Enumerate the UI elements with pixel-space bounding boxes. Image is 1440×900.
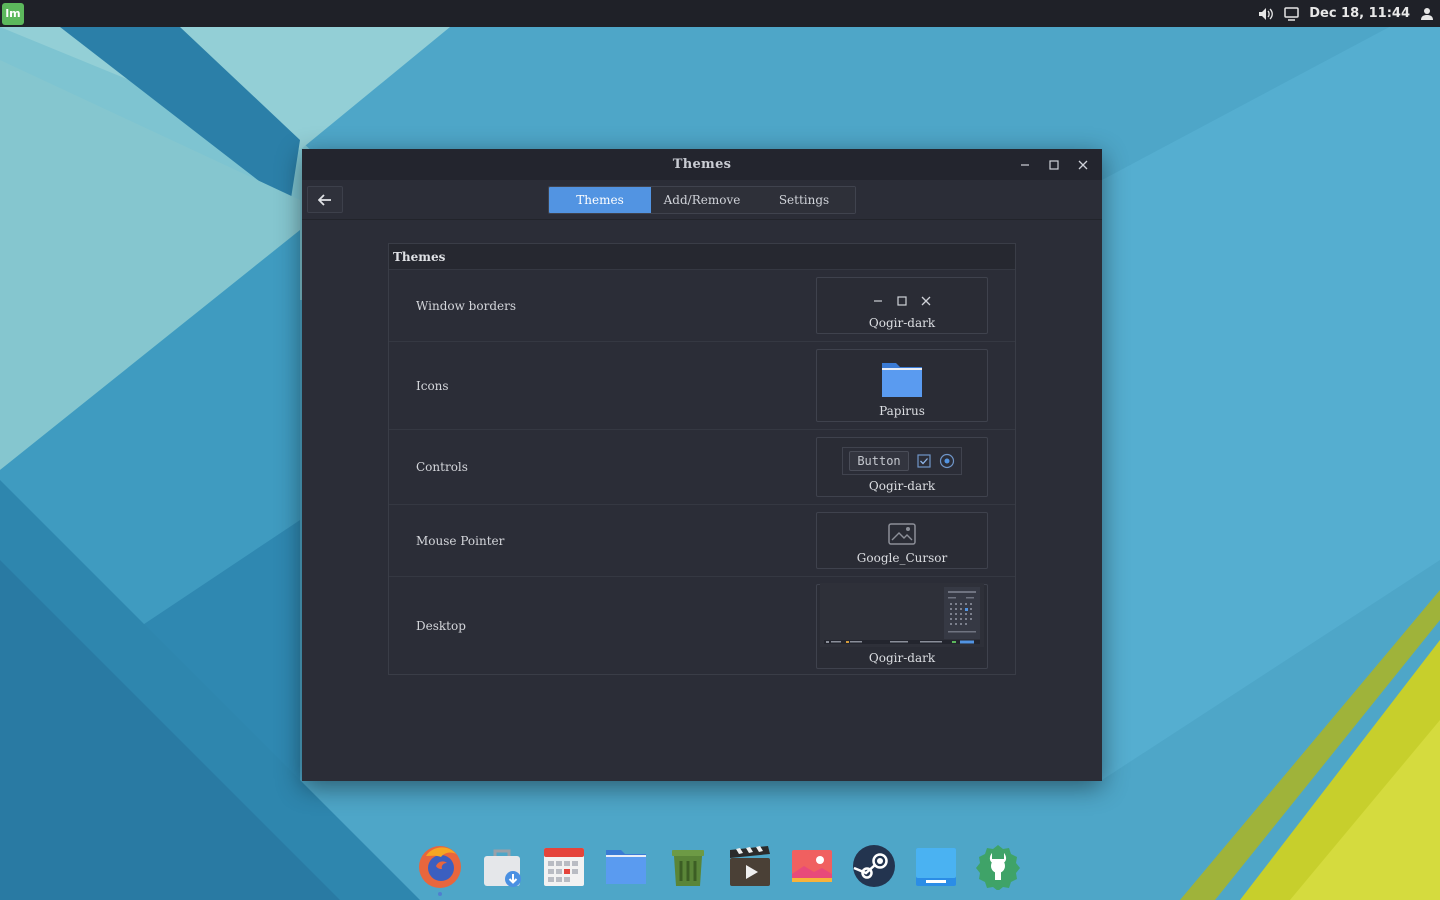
mint-menu-button[interactable]: lm <box>2 2 24 25</box>
volume-icon[interactable] <box>1258 7 1274 21</box>
row-mouse-pointer: Mouse Pointer Google_Cursor <box>389 504 1015 576</box>
desktop-icon <box>916 848 956 886</box>
display-icon[interactable] <box>1284 6 1299 21</box>
window-controls <box>1013 149 1094 180</box>
dock-item-software-manager[interactable] <box>476 840 528 892</box>
controls-chooser[interactable]: Button Qogir-dark <box>816 437 988 497</box>
tab-settings[interactable]: Settings <box>753 186 855 213</box>
folder-icon <box>882 363 922 397</box>
icons-chooser[interactable]: Papirus <box>816 349 988 422</box>
dock-item-image-viewer[interactable] <box>786 840 838 892</box>
trash-icon <box>672 850 704 886</box>
dock-item-files[interactable] <box>600 840 652 892</box>
user-icon[interactable] <box>1420 7 1434 21</box>
video-player-icon <box>730 846 770 886</box>
image-viewer-icon <box>792 850 832 882</box>
mouse-pointer-value: Google_Cursor <box>856 551 948 565</box>
preview-button: Button <box>849 451 909 471</box>
close-icon <box>1078 160 1087 169</box>
desktop-preview-thumbnail <box>820 583 984 647</box>
window-title: Themes <box>672 157 732 172</box>
icons-value: Papirus <box>879 404 925 418</box>
mouse-pointer-chooser[interactable]: Google_Cursor <box>816 512 988 569</box>
system-settings-icon <box>976 845 1020 890</box>
dock-item-firefox[interactable] <box>414 840 466 896</box>
minimize-icon <box>1020 163 1029 166</box>
dock-item-system-settings[interactable] <box>972 840 1024 892</box>
running-indicator <box>438 892 442 896</box>
section-title: Themes <box>389 244 1015 269</box>
window-toolbar: Themes Add/Remove Settings <box>302 180 1102 220</box>
close-icon <box>921 296 931 306</box>
window-borders-preview <box>873 296 931 306</box>
back-button[interactable] <box>307 186 343 213</box>
dock <box>414 838 1024 896</box>
row-label: Icons <box>416 378 449 393</box>
themes-panel: Themes Window borders Qogir-dark Icons P… <box>388 243 1016 675</box>
window-titlebar[interactable]: Themes <box>302 149 1102 180</box>
dock-item-steam[interactable] <box>848 840 900 892</box>
row-controls: Controls Button Qogir-dark <box>389 429 1015 504</box>
steam-icon <box>853 845 895 887</box>
controls-value: Qogir-dark <box>868 479 936 493</box>
row-desktop: Desktop Qogir-dark <box>389 576 1015 675</box>
dock-item-video-player[interactable] <box>724 840 776 892</box>
tab-switcher: Themes Add/Remove Settings <box>548 185 856 214</box>
clock[interactable]: Dec 18, 11:44 <box>1309 6 1410 21</box>
arrow-left-icon <box>318 193 331 206</box>
files-icon <box>606 850 646 884</box>
minimize-icon <box>874 300 882 302</box>
firefox-icon <box>419 846 461 888</box>
image-placeholder-icon <box>888 523 916 545</box>
radio-icon <box>939 453 954 469</box>
row-window-borders: Window borders Qogir-dark <box>389 269 1015 341</box>
row-label: Mouse Pointer <box>416 533 505 548</box>
row-icons: Icons Papirus <box>389 341 1015 429</box>
row-label: Window borders <box>416 298 517 313</box>
calendar-icon <box>544 848 584 886</box>
system-tray: Dec 18, 11:44 <box>1258 6 1434 21</box>
top-panel: lm Dec 18, 11:44 <box>0 0 1440 27</box>
themes-window: Themes Themes Add/Remove Settings Themes <box>302 149 1102 781</box>
controls-preview: Button <box>842 447 962 475</box>
row-label: Desktop <box>416 619 466 633</box>
row-label: Controls <box>416 460 468 474</box>
dock-item-desktop[interactable] <box>910 840 962 892</box>
dock-item-calendar[interactable] <box>538 840 590 892</box>
software-manager-icon <box>484 849 521 887</box>
window-borders-value: Qogir-dark <box>868 316 936 330</box>
maximize-icon <box>897 296 907 306</box>
window-borders-chooser[interactable]: Qogir-dark <box>816 277 988 334</box>
minimize-button[interactable] <box>1013 153 1036 176</box>
maximize-icon <box>1048 159 1059 170</box>
dock-item-trash[interactable] <box>662 840 714 892</box>
close-button[interactable] <box>1071 153 1094 176</box>
checkbox-icon <box>917 454 931 468</box>
desktop-value: Qogir-dark <box>868 651 936 665</box>
tab-add-remove[interactable]: Add/Remove <box>651 186 753 213</box>
tab-themes[interactable]: Themes <box>549 186 651 213</box>
desktop-chooser[interactable]: Qogir-dark <box>816 583 988 669</box>
maximize-button[interactable] <box>1042 153 1065 176</box>
